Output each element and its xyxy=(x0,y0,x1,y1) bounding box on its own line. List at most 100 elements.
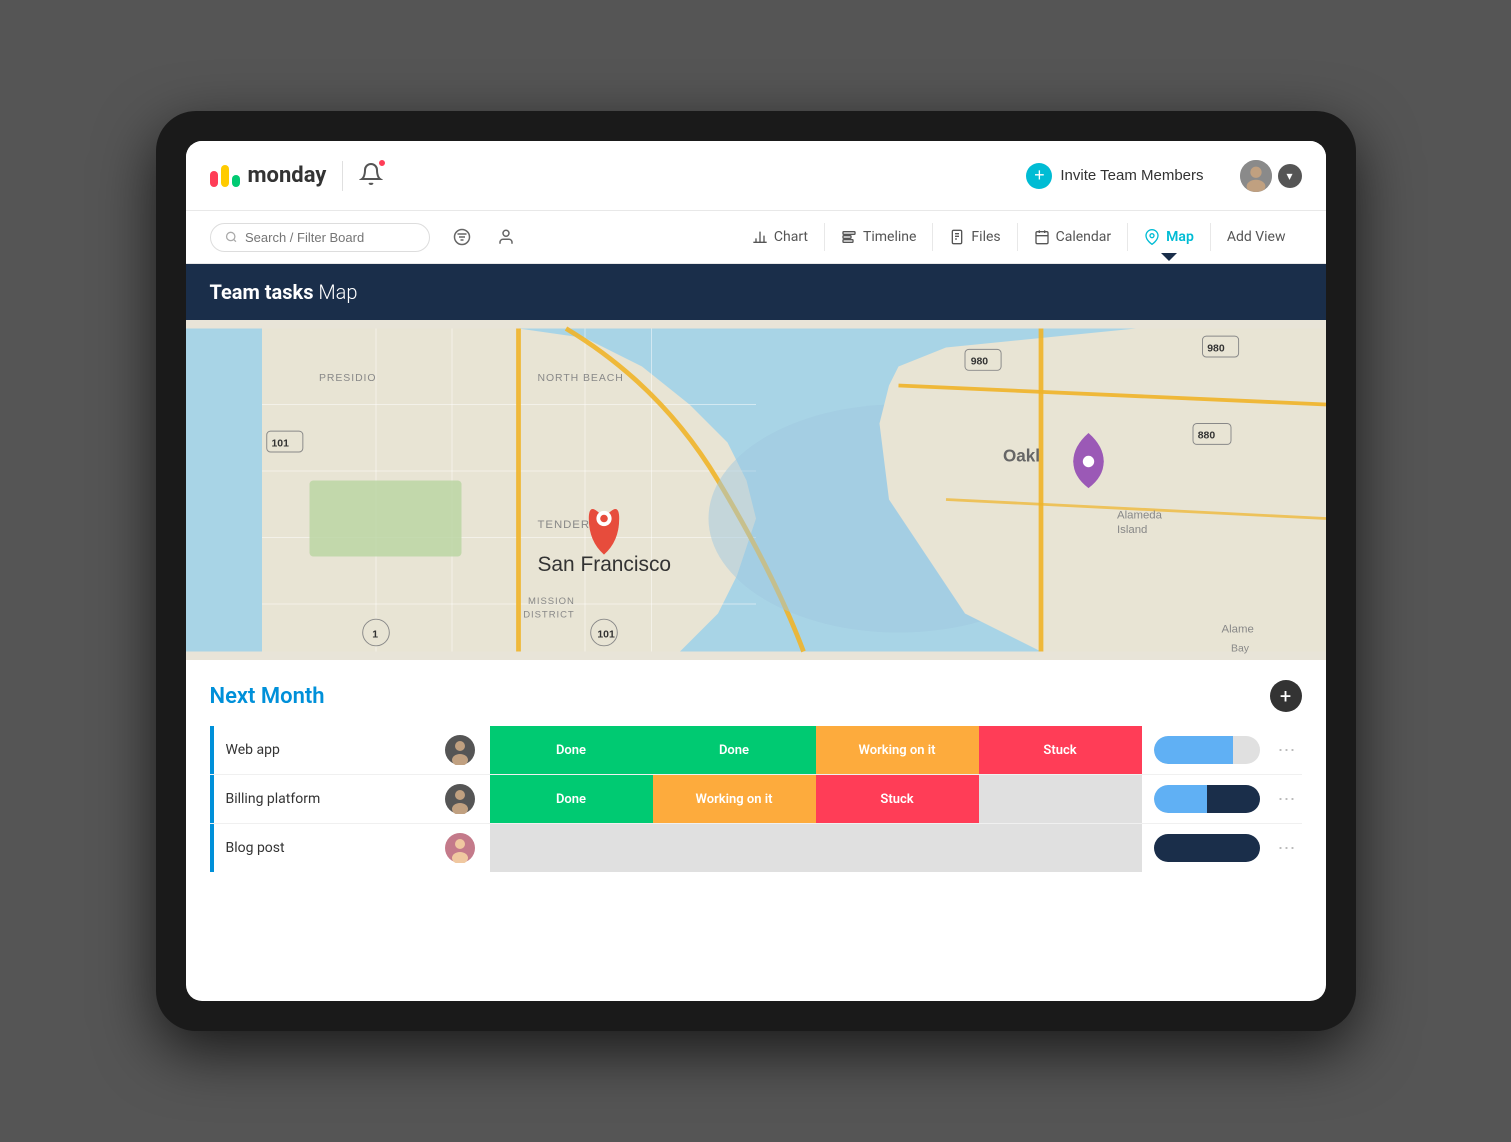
svg-text:880: 880 xyxy=(1197,431,1215,442)
status-cell[interactable]: Stuck xyxy=(979,726,1142,774)
task-avatar-cell xyxy=(430,726,490,774)
header-divider xyxy=(342,161,343,191)
logo-icon xyxy=(210,165,240,187)
screen: monday + Invite Team Members xyxy=(186,141,1326,1001)
search-box xyxy=(210,223,430,252)
invite-team-button[interactable]: + Invite Team Members xyxy=(1008,155,1221,197)
svg-text:MISSION: MISSION xyxy=(528,596,575,607)
task-avatar-cell xyxy=(430,824,490,872)
map-icon xyxy=(1144,229,1160,245)
svg-text:Bay: Bay xyxy=(1231,644,1250,655)
svg-text:980: 980 xyxy=(970,357,988,368)
user-avatar[interactable] xyxy=(1238,158,1274,194)
status-cells: DoneDoneWorking on itStuck xyxy=(490,726,1142,774)
device-frame: monday + Invite Team Members xyxy=(156,111,1356,1031)
invite-plus-icon: + xyxy=(1026,163,1052,189)
status-cell[interactable]: Done xyxy=(490,775,653,823)
status-cell[interactable] xyxy=(979,824,1142,872)
map-view-label: Map xyxy=(1166,229,1194,245)
task-row[interactable]: Blog post ⋯ xyxy=(210,824,1302,872)
task-rows-container: Web appDoneDoneWorking on itStuck⋯Billin… xyxy=(210,726,1302,872)
search-icon xyxy=(225,230,237,244)
task-avatar-cell xyxy=(430,775,490,823)
task-name-cell: Web app xyxy=(210,726,430,774)
avatar-dropdown-icon[interactable]: ▾ xyxy=(1278,164,1302,188)
svg-text:Alameda: Alameda xyxy=(1117,510,1163,522)
header-left: monday xyxy=(210,161,384,191)
map-svg: 101 980 980 880 PRESIDIO xyxy=(186,320,1326,660)
svg-text:Island: Island xyxy=(1117,524,1147,536)
invite-label: Invite Team Members xyxy=(1060,167,1203,184)
board-title-bold: Team tasks xyxy=(210,280,314,304)
progress-cell xyxy=(1142,775,1272,823)
row-menu-icon[interactable]: ⋯ xyxy=(1272,824,1302,872)
section-title: Next Month xyxy=(210,684,325,709)
status-cell[interactable] xyxy=(653,824,816,872)
task-row[interactable]: Billing platform DoneWorking on itStuck ⋯ xyxy=(210,775,1302,824)
calendar-view-label: Calendar xyxy=(1056,229,1112,245)
header-right: + Invite Team Members ▾ xyxy=(1008,155,1301,197)
status-cell[interactable] xyxy=(816,824,979,872)
status-cell[interactable]: Stuck xyxy=(816,775,979,823)
row-menu-icon[interactable]: ⋯ xyxy=(1272,726,1302,774)
view-calendar[interactable]: Calendar xyxy=(1018,223,1129,251)
status-cells: DoneWorking on itStuck xyxy=(490,775,1142,823)
bell-icon[interactable] xyxy=(359,162,383,190)
logo-dot-red xyxy=(210,171,218,187)
view-map[interactable]: Map xyxy=(1128,223,1211,251)
logo: monday xyxy=(210,163,327,188)
svg-text:1: 1 xyxy=(372,629,378,640)
timeline-view-label: Timeline xyxy=(863,229,916,245)
svg-text:Alame: Alame xyxy=(1221,624,1253,636)
tasks-section: Next Month + Web appDoneDoneWorking on i… xyxy=(186,660,1326,1001)
search-input[interactable] xyxy=(245,230,415,245)
view-timeline[interactable]: Timeline xyxy=(825,223,933,251)
person-filter-icon[interactable] xyxy=(490,221,522,253)
task-row[interactable]: Web appDoneDoneWorking on itStuck⋯ xyxy=(210,726,1302,775)
add-view-button[interactable]: Add View xyxy=(1211,223,1302,251)
toolbar: Chart Timeline xyxy=(186,211,1326,264)
board-title-light: Map xyxy=(314,280,358,304)
status-cell[interactable]: Working on it xyxy=(816,726,979,774)
logo-dot-yellow xyxy=(221,165,229,187)
progress-cell xyxy=(1142,726,1272,774)
avatar-group: ▾ xyxy=(1238,158,1302,194)
filter-icon[interactable] xyxy=(446,221,478,253)
status-cell[interactable]: Done xyxy=(653,726,816,774)
status-cell[interactable]: Working on it xyxy=(653,775,816,823)
svg-text:101: 101 xyxy=(271,438,289,449)
toolbar-icons xyxy=(446,221,522,253)
view-files[interactable]: Files xyxy=(933,223,1017,251)
add-group-button[interactable]: + xyxy=(1270,680,1302,712)
svg-text:980: 980 xyxy=(1207,343,1225,354)
files-view-label: Files xyxy=(971,229,1000,245)
views-nav: Chart Timeline xyxy=(736,223,1302,251)
status-cell[interactable]: Done xyxy=(490,726,653,774)
svg-text:NORTH BEACH: NORTH BEACH xyxy=(537,373,623,384)
person-avatar-icon xyxy=(445,784,475,814)
status-cell[interactable] xyxy=(490,824,653,872)
person-avatar-icon xyxy=(445,735,475,765)
board-title: Team tasks Map xyxy=(210,280,1302,304)
svg-text:101: 101 xyxy=(597,629,615,640)
svg-text:San Francisco: San Francisco xyxy=(537,553,671,576)
task-name-cell: Blog post xyxy=(210,824,430,872)
add-view-label: Add View xyxy=(1227,229,1286,245)
notification-badge xyxy=(377,158,387,168)
progress-cell xyxy=(1142,824,1272,872)
chart-icon xyxy=(752,229,768,245)
header: monday + Invite Team Members xyxy=(186,141,1326,211)
task-name-cell: Billing platform xyxy=(210,775,430,823)
row-menu-icon[interactable]: ⋯ xyxy=(1272,775,1302,823)
section-header: Next Month + xyxy=(210,680,1302,712)
svg-text:PRESIDIO: PRESIDIO xyxy=(319,373,376,384)
chart-view-label: Chart xyxy=(774,229,808,245)
status-cell[interactable] xyxy=(979,775,1142,823)
timeline-icon xyxy=(841,229,857,245)
person-avatar-icon xyxy=(445,833,475,863)
view-chart[interactable]: Chart xyxy=(736,223,825,251)
map-container[interactable]: 101 980 980 880 PRESIDIO xyxy=(186,320,1326,660)
files-icon xyxy=(949,229,965,245)
logo-dot-green xyxy=(232,175,240,187)
logo-text: monday xyxy=(248,163,327,188)
